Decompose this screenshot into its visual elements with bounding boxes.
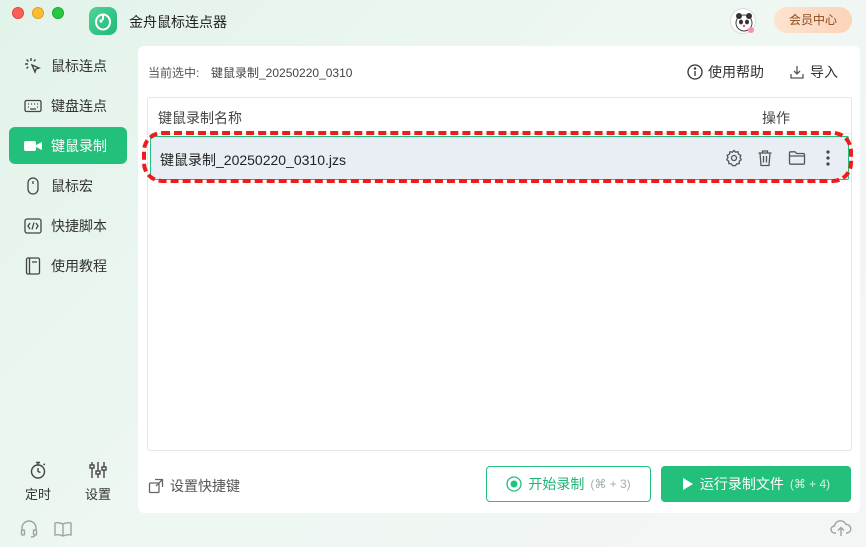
import-label: 导入 (810, 64, 838, 80)
info-icon (687, 64, 703, 80)
main-panel: 当前选中: 键鼠录制_20250220_0310 使用帮助 导入 键鼠录制名称 … (138, 46, 860, 513)
open-book-icon[interactable] (53, 519, 73, 539)
video-camera-icon (23, 136, 43, 156)
code-icon (23, 216, 43, 236)
start-recording-label: 开始录制 (528, 476, 585, 492)
column-header-actions: 操作 (762, 110, 790, 126)
sidebar: 鼠标连点 键盘连点 键鼠录制 鼠标宏 快捷脚本 使用教程 定时 设置 (0, 42, 137, 547)
sidebar-item-quick-script[interactable]: 快捷脚本 (9, 207, 127, 244)
current-selection-label: 当前选中: (148, 66, 200, 80)
app-logo-icon (89, 7, 117, 35)
recording-file-name: 键鼠录制_20250220_0310.jzs (160, 152, 347, 168)
sidebar-item-label: 使用教程 (51, 257, 107, 274)
play-icon (682, 478, 693, 490)
minimize-window-button[interactable] (32, 7, 44, 19)
folder-icon[interactable] (787, 148, 807, 168)
cloud-upload-icon[interactable] (830, 519, 852, 537)
trash-icon[interactable] (755, 148, 775, 168)
sidebar-item-mouse-click[interactable]: 鼠标连点 (9, 47, 127, 84)
sidebar-item-tutorial[interactable]: 使用教程 (9, 247, 127, 284)
sidebar-item-label: 鼠标宏 (51, 177, 93, 194)
column-header-name: 键鼠录制名称 (158, 110, 242, 126)
help-label: 使用帮助 (708, 64, 764, 80)
cursor-click-icon (23, 56, 43, 76)
recording-table: 键鼠录制名称 操作 键鼠录制_20250220_0310.jzs (142, 97, 853, 451)
sidebar-item-recording[interactable]: 键鼠录制 (9, 127, 127, 164)
user-avatar[interactable] (730, 8, 756, 34)
vip-center-button[interactable]: 会员中心 (774, 7, 852, 33)
sliders-icon (88, 460, 108, 480)
sidebar-item-label: 键盘连点 (51, 97, 107, 114)
start-recording-button[interactable]: 开始录制 (⌘ + 3) (486, 466, 651, 502)
start-recording-hotkey: (⌘ + 3) (590, 477, 631, 491)
timer-button[interactable]: 定时 (18, 460, 58, 503)
help-button[interactable]: 使用帮助 (687, 62, 764, 82)
maximize-window-button[interactable] (52, 7, 64, 19)
settings-button[interactable]: 设置 (78, 460, 118, 503)
sidebar-item-label: 鼠标连点 (51, 57, 107, 74)
set-shortcut-label: 设置快捷键 (170, 478, 240, 494)
more-vertical-icon[interactable] (818, 148, 838, 168)
table-row[interactable]: 键鼠录制_20250220_0310.jzs (150, 136, 849, 180)
sidebar-item-label: 快捷脚本 (51, 217, 107, 234)
run-recording-hotkey: (⌘ + 4) (789, 477, 831, 491)
title-bar: 金舟鼠标连点器 会员中心 (0, 0, 866, 42)
sidebar-item-keyboard-click[interactable]: 键盘连点 (9, 87, 127, 124)
import-button[interactable]: 导入 (789, 62, 838, 82)
stopwatch-icon (28, 460, 48, 480)
mouse-icon (23, 176, 43, 196)
table-header: 键鼠录制名称 操作 (148, 98, 851, 134)
close-window-button[interactable] (12, 7, 24, 19)
shortcut-icon (148, 478, 164, 494)
run-recording-button[interactable]: 运行录制文件 (⌘ + 4) (661, 466, 851, 502)
book-icon (23, 256, 43, 276)
sidebar-item-mouse-macro[interactable]: 鼠标宏 (9, 167, 127, 204)
gear-icon[interactable] (724, 148, 744, 168)
run-recording-label: 运行录制文件 (699, 476, 784, 492)
record-icon (506, 476, 522, 492)
set-shortcut-button[interactable]: 设置快捷键 (148, 476, 240, 496)
settings-label: 设置 (84, 487, 111, 502)
app-title: 金舟鼠标连点器 (129, 14, 227, 30)
current-selection-value: 键鼠录制_20250220_0310 (211, 66, 353, 80)
timer-label: 定时 (24, 487, 51, 502)
sidebar-item-label: 键鼠录制 (51, 137, 107, 154)
keyboard-icon (23, 96, 43, 116)
headset-icon[interactable] (19, 519, 39, 539)
import-icon (790, 66, 804, 79)
